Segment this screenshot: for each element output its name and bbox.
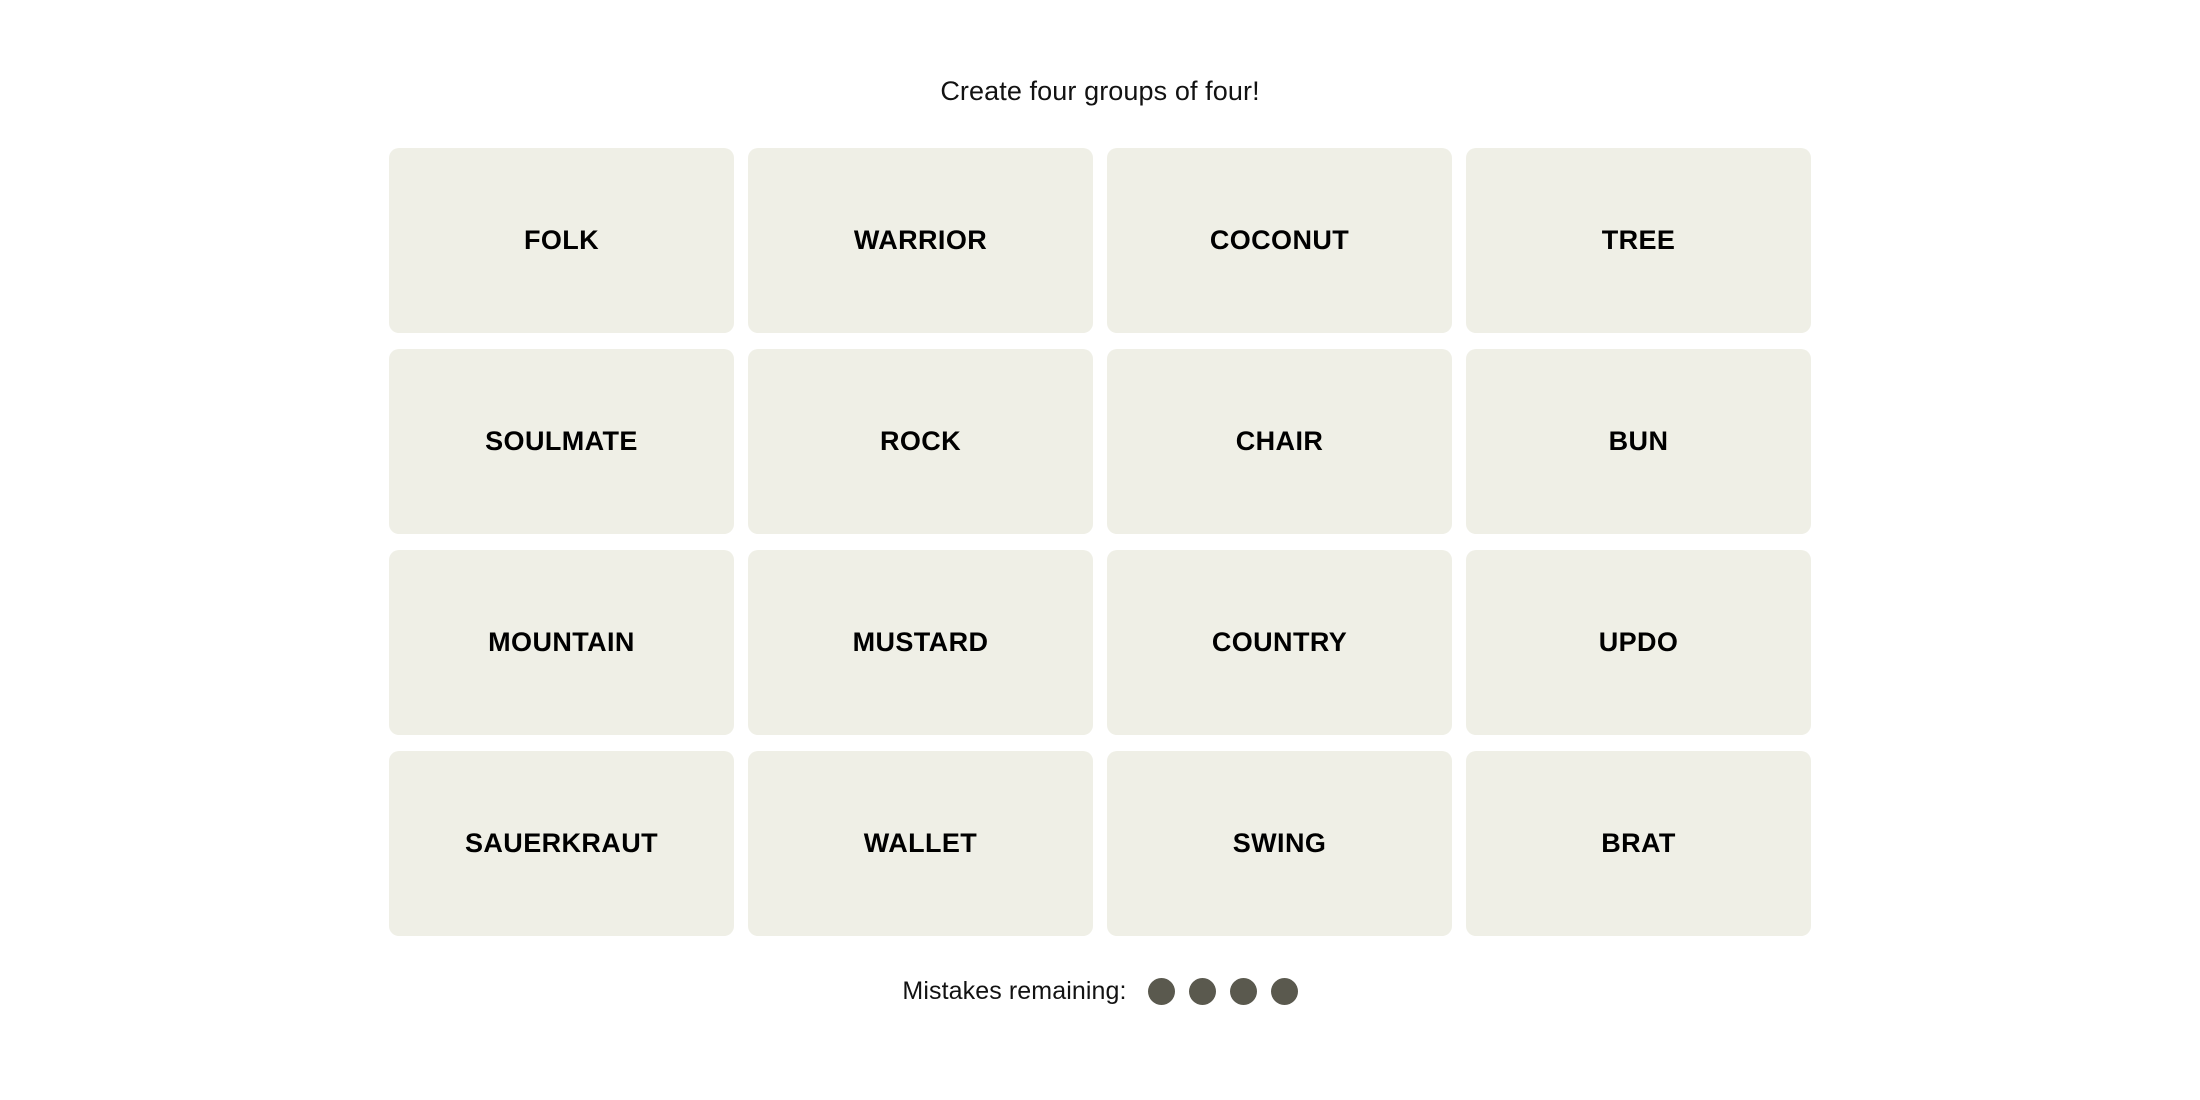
- mistake-dot-icon: [1270, 978, 1298, 1005]
- word-tile-label: MUSTARD: [852, 627, 989, 657]
- word-tile-label: BRAT: [1601, 828, 1676, 858]
- word-tile[interactable]: SAUERKRAUT: [389, 751, 734, 936]
- word-tile-label: COCONUT: [1209, 225, 1350, 255]
- word-tile-label: WALLET: [863, 828, 978, 858]
- word-tile[interactable]: TREE: [1466, 148, 1811, 333]
- mistake-dots: [1147, 978, 1298, 1005]
- word-tile[interactable]: COCONUT: [1107, 148, 1452, 333]
- word-tile-label: FOLK: [523, 225, 600, 255]
- mistake-dot-icon: [1229, 978, 1257, 1005]
- word-tile[interactable]: FOLK: [389, 148, 734, 333]
- mistake-dot-icon: [1147, 978, 1175, 1005]
- word-tile-label: CHAIR: [1235, 426, 1324, 456]
- word-tile-label: BUN: [1608, 426, 1669, 456]
- connections-game: Create four groups of four! FOLK WARRIOR…: [0, 0, 2200, 1100]
- mistakes-remaining: Mistakes remaining:: [902, 977, 1298, 1005]
- word-tile[interactable]: SWING: [1107, 751, 1452, 936]
- word-tile[interactable]: MOUNTAIN: [389, 550, 734, 735]
- word-tile[interactable]: WARRIOR: [748, 148, 1093, 333]
- word-tile[interactable]: WALLET: [748, 751, 1093, 936]
- instruction-text: Create four groups of four!: [940, 76, 1260, 106]
- word-tile-label: SAUERKRAUT: [465, 828, 658, 858]
- word-tile-label: SWING: [1232, 828, 1327, 858]
- word-tile[interactable]: CHAIR: [1107, 349, 1452, 534]
- mistake-dot-icon: [1188, 978, 1216, 1005]
- word-tile[interactable]: BUN: [1466, 349, 1811, 534]
- word-tile-label: MOUNTAIN: [488, 627, 635, 657]
- word-tile[interactable]: ROCK: [748, 349, 1093, 534]
- word-tile[interactable]: SOULMATE: [389, 349, 734, 534]
- word-tile-label: WARRIOR: [853, 225, 988, 255]
- word-tile-label: UPDO: [1598, 627, 1679, 657]
- word-tile-label: SOULMATE: [485, 426, 638, 456]
- puzzle-board: FOLK WARRIOR COCONUT TREE SOULMATE ROCK …: [389, 148, 1811, 936]
- word-tile[interactable]: BRAT: [1466, 751, 1811, 936]
- tile-grid: FOLK WARRIOR COCONUT TREE SOULMATE ROCK …: [389, 148, 1811, 936]
- word-tile[interactable]: COUNTRY: [1107, 550, 1452, 735]
- word-tile-label: TREE: [1601, 225, 1676, 255]
- word-tile[interactable]: MUSTARD: [748, 550, 1093, 735]
- word-tile[interactable]: UPDO: [1466, 550, 1811, 735]
- mistakes-remaining-label: Mistakes remaining:: [902, 977, 1127, 1005]
- word-tile-label: COUNTRY: [1211, 627, 1348, 657]
- word-tile-label: ROCK: [879, 426, 962, 456]
